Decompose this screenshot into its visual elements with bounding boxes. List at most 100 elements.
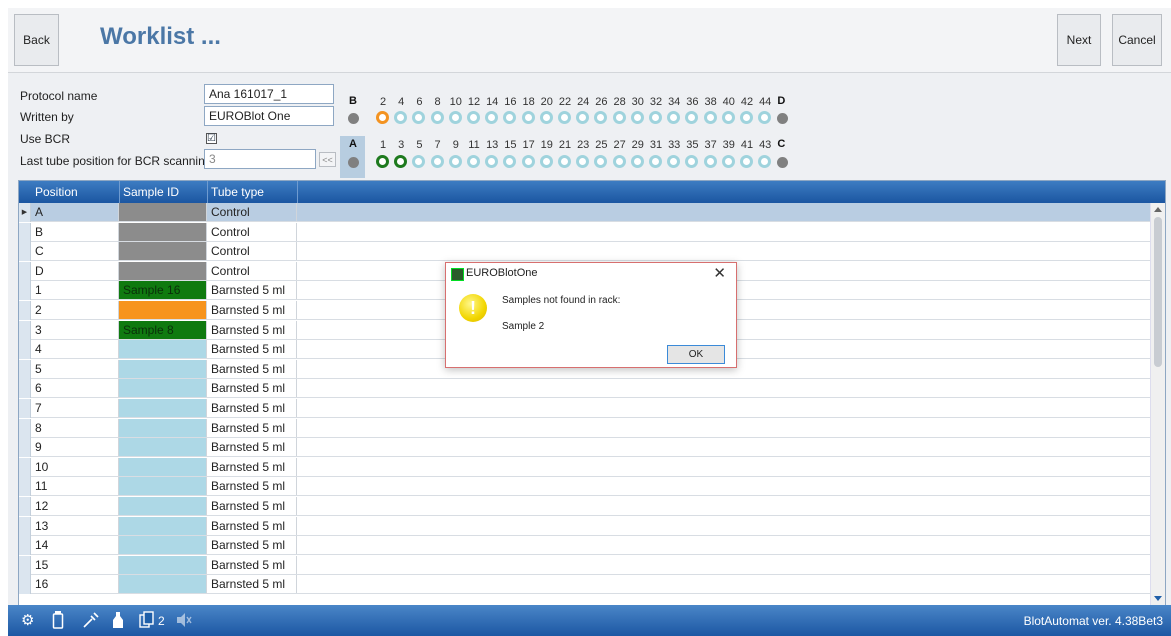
cell-sample-id[interactable] bbox=[119, 242, 207, 261]
close-icon[interactable]: ✕ bbox=[713, 264, 726, 282]
written-by-field[interactable]: EUROBlot One bbox=[204, 106, 334, 126]
cell-tube-type[interactable]: Barnsted 5 ml bbox=[207, 281, 297, 300]
cell-position[interactable]: 3 bbox=[31, 320, 119, 339]
row-indicator[interactable] bbox=[19, 320, 31, 340]
scroll-thumb[interactable] bbox=[1154, 217, 1162, 367]
bottle-icon[interactable] bbox=[111, 611, 125, 633]
cell-sample-id[interactable] bbox=[119, 497, 207, 515]
table-row[interactable]: C Control bbox=[19, 242, 1165, 262]
cell-tube-type[interactable]: Barnsted 5 ml bbox=[207, 555, 297, 574]
column-header-tube-type[interactable]: Tube type bbox=[211, 185, 264, 199]
cell-position[interactable]: 4 bbox=[31, 340, 119, 359]
table-row[interactable]: 7 Barnsted 5 ml bbox=[19, 399, 1165, 418]
cell-tube-type[interactable]: Barnsted 5 ml bbox=[207, 575, 297, 594]
row-indicator[interactable] bbox=[19, 555, 31, 575]
cell-position[interactable]: 7 bbox=[31, 399, 119, 417]
cell-sample-id[interactable] bbox=[119, 575, 207, 594]
table-row[interactable]: 16 Barnsted 5 ml bbox=[19, 575, 1165, 595]
cell-tube-type[interactable]: Barnsted 5 ml bbox=[207, 497, 297, 515]
row-indicator[interactable] bbox=[19, 281, 31, 301]
table-row[interactable]: 13 Barnsted 5 ml bbox=[19, 516, 1165, 536]
cell-sample-id[interactable]: Sample 16 bbox=[119, 281, 207, 300]
cell-tube-type[interactable]: Barnsted 5 ml bbox=[207, 379, 297, 398]
speaker-muted-icon[interactable] bbox=[175, 611, 193, 633]
row-indicator[interactable] bbox=[19, 516, 31, 536]
table-row[interactable]: 9 Barnsted 5 ml bbox=[19, 438, 1165, 458]
table-row[interactable]: 6 Barnsted 5 ml bbox=[19, 379, 1165, 399]
cancel-button[interactable]: Cancel bbox=[1112, 14, 1162, 66]
row-indicator[interactable] bbox=[19, 457, 31, 477]
cell-tube-type[interactable]: Barnsted 5 ml bbox=[207, 536, 297, 555]
cell-position[interactable]: 15 bbox=[31, 555, 119, 574]
cell-tube-type[interactable]: Barnsted 5 ml bbox=[207, 438, 297, 457]
back-button[interactable]: Back bbox=[14, 14, 59, 66]
table-row[interactable]: 15 Barnsted 5 ml bbox=[19, 555, 1165, 575]
table-row[interactable]: 10 Barnsted 5 ml bbox=[19, 457, 1165, 477]
cell-sample-id[interactable] bbox=[119, 222, 207, 241]
row-indicator[interactable] bbox=[19, 438, 31, 458]
cell-position[interactable]: 8 bbox=[31, 418, 119, 437]
cell-position[interactable]: 9 bbox=[31, 438, 119, 457]
row-indicator[interactable] bbox=[19, 497, 31, 516]
row-indicator[interactable] bbox=[19, 418, 31, 438]
cell-sample-id[interactable] bbox=[119, 418, 207, 437]
cell-tube-type[interactable]: Barnsted 5 ml bbox=[207, 418, 297, 437]
cell-tube-type[interactable]: Barnsted 5 ml bbox=[207, 457, 297, 476]
row-indicator[interactable] bbox=[19, 301, 31, 320]
column-header-position[interactable]: Position bbox=[35, 185, 78, 199]
cell-sample-id[interactable] bbox=[119, 555, 207, 574]
cell-position[interactable]: 13 bbox=[31, 516, 119, 535]
cell-position[interactable]: D bbox=[31, 261, 119, 280]
cell-tube-type[interactable]: Control bbox=[207, 242, 297, 261]
cell-position[interactable]: A bbox=[31, 203, 119, 221]
cell-sample-id[interactable] bbox=[119, 438, 207, 457]
table-row[interactable]: B Control bbox=[19, 222, 1165, 242]
column-header-sample-id[interactable]: Sample ID bbox=[123, 185, 179, 199]
cell-sample-id[interactable] bbox=[119, 477, 207, 496]
pipette-icon[interactable] bbox=[82, 611, 100, 633]
cell-tube-type[interactable]: Barnsted 5 ml bbox=[207, 301, 297, 319]
cell-position[interactable]: 6 bbox=[31, 379, 119, 398]
row-indicator[interactable] bbox=[19, 536, 31, 556]
row-indicator[interactable] bbox=[19, 261, 31, 281]
cell-position[interactable]: 1 bbox=[31, 281, 119, 300]
protocol-name-field[interactable]: Ana 161017_1 bbox=[204, 84, 334, 104]
gear-icon[interactable]: ⚙ bbox=[21, 611, 34, 629]
row-indicator[interactable] bbox=[19, 477, 31, 497]
cell-position[interactable]: 5 bbox=[31, 359, 119, 378]
row-indicator[interactable] bbox=[19, 359, 31, 379]
cell-sample-id[interactable] bbox=[119, 536, 207, 555]
row-indicator[interactable] bbox=[19, 222, 31, 242]
cell-sample-id[interactable]: Sample 8 bbox=[119, 320, 207, 339]
cell-position[interactable]: 10 bbox=[31, 457, 119, 476]
cell-tube-type[interactable]: Barnsted 5 ml bbox=[207, 399, 297, 417]
table-row[interactable]: 11 Barnsted 5 ml bbox=[19, 477, 1165, 497]
cell-sample-id[interactable] bbox=[119, 261, 207, 280]
cell-position[interactable]: B bbox=[31, 222, 119, 241]
table-row[interactable]: 8 Barnsted 5 ml bbox=[19, 418, 1165, 438]
cell-tube-type[interactable]: Barnsted 5 ml bbox=[207, 477, 297, 496]
ok-button[interactable]: OK bbox=[667, 345, 725, 364]
copy-icon[interactable] bbox=[139, 611, 155, 633]
cell-position[interactable]: 11 bbox=[31, 477, 119, 496]
tube-icon[interactable] bbox=[52, 611, 64, 633]
cell-tube-type[interactable]: Barnsted 5 ml bbox=[207, 516, 297, 535]
last-tube-field[interactable]: 3 bbox=[204, 149, 316, 169]
cell-position[interactable]: 16 bbox=[31, 575, 119, 594]
table-row[interactable]: 14 Barnsted 5 ml bbox=[19, 536, 1165, 556]
scroll-up-icon[interactable] bbox=[1154, 207, 1162, 212]
cell-tube-type[interactable]: Barnsted 5 ml bbox=[207, 320, 297, 339]
cell-sample-id[interactable] bbox=[119, 379, 207, 398]
cell-sample-id[interactable] bbox=[119, 203, 207, 221]
row-indicator[interactable]: ▶ bbox=[19, 203, 31, 222]
cell-tube-type[interactable]: Barnsted 5 ml bbox=[207, 340, 297, 359]
last-tube-button[interactable]: << bbox=[319, 152, 336, 167]
row-indicator[interactable] bbox=[19, 340, 31, 360]
cell-sample-id[interactable] bbox=[119, 457, 207, 476]
cell-tube-type[interactable]: Control bbox=[207, 261, 297, 280]
cell-position[interactable]: 12 bbox=[31, 497, 119, 515]
cell-sample-id[interactable] bbox=[119, 340, 207, 359]
row-indicator[interactable] bbox=[19, 575, 31, 595]
table-row[interactable]: 12 Barnsted 5 ml bbox=[19, 497, 1165, 516]
cell-tube-type[interactable]: Control bbox=[207, 203, 297, 221]
